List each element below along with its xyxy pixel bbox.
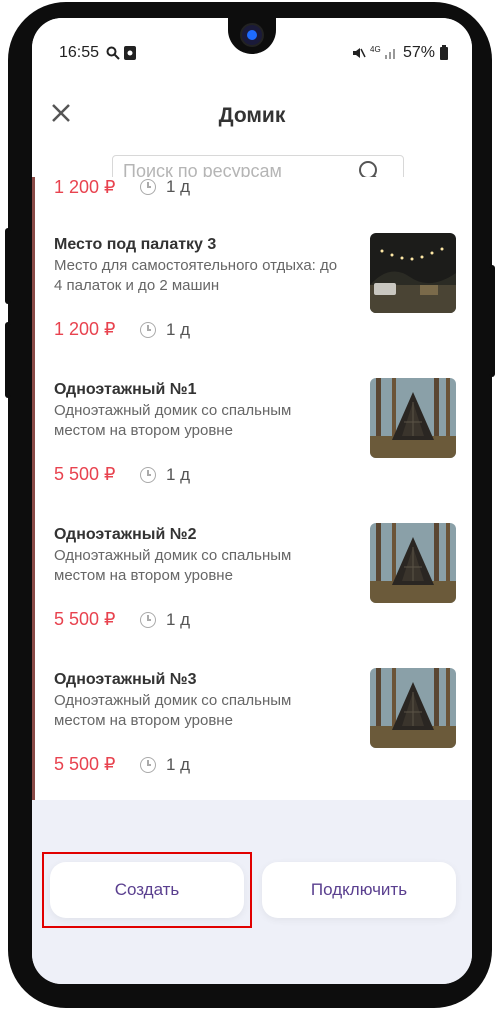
resource-item[interactable]: 1 200 ₽ 1 д [54,177,459,201]
bottom-action-bar: Создать Подключить [32,800,472,984]
clock-icon [140,179,156,195]
highlight-frame [42,852,252,928]
battery-percent: 57% [403,44,436,61]
resource-item[interactable]: Одноэтажный №2 Одноэтажный домик со спал… [54,523,459,636]
page-title: Домик [218,104,286,127]
front-camera [242,25,262,45]
resource-name: Одноэтажный №2 [54,526,197,543]
resource-duration: 1 д [166,177,191,196]
resource-description: Место для самостоятельного отдыха: до 4 … [54,257,338,294]
resource-price: 1 200 ₽ [54,177,116,197]
battery-icon [440,45,448,60]
resource-item[interactable]: Место под палатку 3 Место для самостояте… [54,233,459,346]
connect-button[interactable]: Подключить [262,862,456,918]
resource-photo-cabin [370,378,456,458]
volume-button [5,228,11,304]
resource-duration: 1 д [166,610,191,629]
resource-price: 5 500 ₽ [54,754,116,774]
resource-price: 5 500 ₽ [54,609,116,629]
clock-icon [140,322,156,338]
resource-duration: 1 д [166,320,191,339]
resource-item[interactable]: Одноэтажный №1 Одноэтажный домик со спал… [54,378,459,491]
resource-description: Одноэтажный домик со спальным местом на … [54,547,292,584]
resource-name: Одноэтажный №1 [54,381,197,398]
clock-icon [140,757,156,773]
resource-item[interactable]: Одноэтажный №3 Одноэтажный домик со спал… [54,668,459,781]
side-button [489,265,495,377]
resource-list: 1 200 ₽ 1 д Место под палатку 3 Место дл… [32,177,472,800]
resource-photo-cabin [370,668,456,748]
resource-price: 5 500 ₽ [54,464,116,484]
resource-duration: 1 д [166,465,191,484]
network-4g-icon: 4G [370,45,381,54]
screen: 16:55 4G 57% Домик 1 200 ₽ 1 д Место под… [32,18,472,984]
resource-name: Место под палатку 3 [54,236,217,253]
resource-description: Одноэтажный домик со спальным местом на … [54,692,292,729]
clock-icon [140,612,156,628]
resource-photo-tent [370,233,456,313]
resource-price: 1 200 ₽ [54,319,116,339]
resource-photo-cabin [370,523,456,603]
mute-icon [353,48,366,58]
power-button [5,322,11,398]
resource-description: Одноэтажный домик со спальным местом на … [54,402,292,439]
status-time: 16:55 [59,44,100,61]
resource-name: Одноэтажный №3 [54,671,197,688]
signal-icon [385,49,395,59]
clock-icon [140,467,156,483]
camera-notification-icon [124,46,136,60]
resource-duration: 1 д [166,755,191,774]
search-notification-icon [106,46,120,60]
